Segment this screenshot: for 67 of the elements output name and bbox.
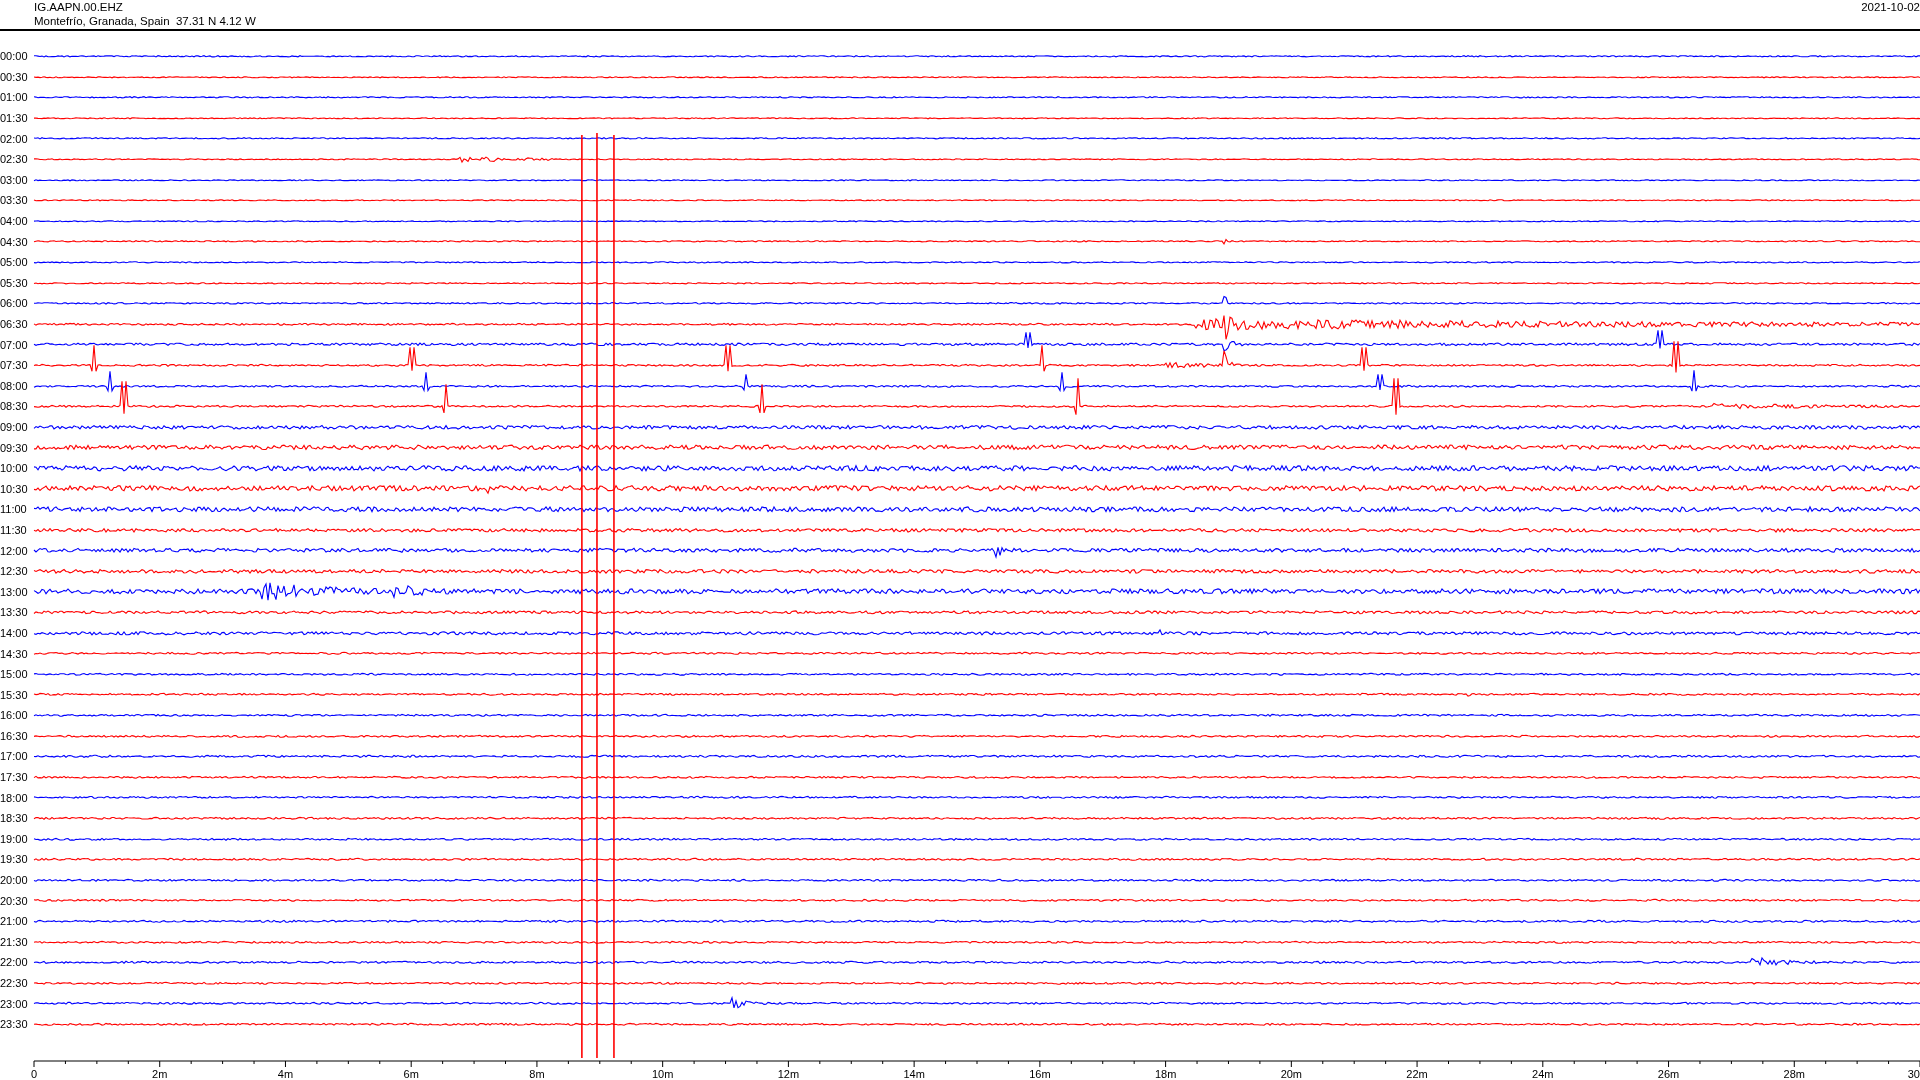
- axis-tick-label: 22m: [1406, 1068, 1428, 1080]
- axis-tick-label: 18m: [1154, 1068, 1177, 1080]
- time-label: 14:30: [0, 647, 29, 660]
- time-label: 22:30: [0, 977, 29, 989]
- time-label: 09:00: [0, 421, 29, 433]
- time-label: 03:30: [0, 194, 29, 207]
- time-label: 23:00: [0, 997, 29, 1010]
- axis-tick-label: 2m: [152, 1068, 168, 1080]
- time-label: 17:30: [0, 771, 29, 784]
- time-label: 06:30: [0, 318, 29, 330]
- time-label: 09:30: [0, 441, 29, 454]
- time-label: 05:00: [0, 256, 29, 269]
- axis-tick-label: 28m: [1783, 1068, 1805, 1080]
- time-label: 07:00: [0, 338, 29, 351]
- time-label: 13:00: [0, 585, 29, 598]
- time-label: 21:30: [0, 935, 29, 948]
- time-label: 10:00: [0, 462, 29, 475]
- axis-tick-label: 10m: [651, 1068, 674, 1080]
- time-label: 02:00: [0, 132, 29, 145]
- time-label: 22:00: [0, 956, 29, 969]
- time-label: 16:30: [0, 729, 29, 742]
- time-label: 19:00: [0, 832, 29, 845]
- time-label: 00:30: [0, 70, 29, 83]
- axis-tick-label: 24m: [1532, 1068, 1554, 1080]
- time-label: 04:30: [0, 235, 29, 248]
- time-label: 11:00: [0, 503, 28, 516]
- time-label: 10:30: [0, 482, 29, 495]
- date-label: 2021-10-02: [1861, 0, 1920, 15]
- time-label: 07:30: [0, 359, 29, 372]
- station-location: Montefrío, Granada, Spain 37.31 N 4.12 W: [34, 14, 256, 28]
- time-label: 21:00: [0, 915, 29, 928]
- time-label: 18:30: [0, 812, 29, 825]
- time-label: 15:00: [0, 668, 29, 681]
- time-label: 08:00: [0, 379, 29, 392]
- time-label: 23:30: [0, 1018, 29, 1031]
- axis-tick-label: 16m: [1029, 1068, 1051, 1080]
- time-label: 05:30: [0, 276, 29, 289]
- time-label: 03:00: [0, 173, 29, 186]
- axis-tick-label: 4m: [277, 1068, 294, 1080]
- time-label: 12:00: [0, 544, 29, 557]
- time-label: 14:00: [0, 626, 29, 639]
- time-label: 00:00: [0, 50, 29, 63]
- time-label: 17:00: [0, 750, 29, 763]
- time-label: 02:30: [0, 153, 29, 166]
- axis-tick-label: 14m: [903, 1068, 925, 1080]
- time-label: 16:00: [0, 709, 29, 722]
- axis-tick-label: 26m: [1657, 1068, 1680, 1080]
- time-label: 20:00: [0, 874, 29, 887]
- time-label: 12:30: [0, 565, 29, 578]
- axis-tick-label: 0: [31, 1068, 38, 1080]
- axis-tick-label: 20m: [1280, 1068, 1303, 1080]
- time-label: 20:30: [0, 894, 29, 907]
- time-label: 19:30: [0, 853, 29, 866]
- time-label: 18:00: [0, 791, 29, 804]
- axis-tick-label: 12m: [777, 1068, 800, 1080]
- time-label: 01:30: [0, 112, 29, 125]
- time-label: 08:30: [0, 400, 29, 413]
- time-label: 01:00: [0, 91, 29, 104]
- axis-tick-label: 8m: [529, 1068, 545, 1080]
- time-label: 04:00: [0, 215, 29, 228]
- time-label: 06:00: [0, 297, 29, 310]
- time-label: 13:30: [0, 606, 29, 619]
- axis-tick-label: 6m: [403, 1068, 419, 1080]
- station-code: IG.AAPN.00.EHZ: [34, 0, 124, 14]
- time-label: 11:30: [0, 523, 28, 536]
- axis-tick-label: 30: [1907, 1068, 1920, 1080]
- time-label: 15:30: [0, 688, 29, 701]
